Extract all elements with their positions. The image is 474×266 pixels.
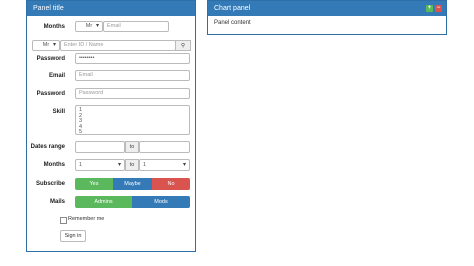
mails-mods-button[interactable]: Mods <box>132 196 190 208</box>
dates-range-label: Dates range <box>30 144 65 150</box>
month-from-value: 1 <box>79 162 83 168</box>
mails-admins-button[interactable]: Admins <box>75 196 132 208</box>
months-to-addon: to <box>125 159 139 171</box>
date-to-input[interactable] <box>139 141 190 153</box>
subscribe-no-button[interactable]: No <box>152 178 190 190</box>
chart-panel-title: Chart panel <box>214 5 251 12</box>
search-button[interactable]: ⚲ <box>175 40 191 51</box>
remember-label: Remember me <box>68 216 105 222</box>
search-icon: ⚲ <box>180 43 186 49</box>
id-title-value: Mr <box>42 42 50 48</box>
password-value: •••••••• <box>79 55 95 61</box>
skill-multiselect[interactable]: 1 2 3 4 5 <box>75 105 190 135</box>
dates-to-addon: to <box>125 141 139 153</box>
remember-checkbox[interactable] <box>60 217 67 224</box>
password-label: Password <box>36 56 65 62</box>
subscribe-yes-button[interactable]: Yes <box>75 178 113 190</box>
sign-in-button[interactable]: Sign in <box>60 230 86 242</box>
password2-label: Password <box>36 91 65 97</box>
email-input[interactable]: Email <box>75 70 190 81</box>
month-from-select[interactable]: 1 <box>75 159 125 171</box>
title-select[interactable]: Mr <box>75 21 103 32</box>
email-label: Email <box>48 73 65 79</box>
id-name-placeholder: Enter ID / Name <box>64 42 104 48</box>
email-placeholder: Email <box>79 72 93 78</box>
password2-placeholder: Password <box>79 90 104 96</box>
months-label: Months <box>43 24 65 30</box>
month-to-select[interactable]: 1 <box>139 159 190 171</box>
remove-icon[interactable]: − <box>435 5 442 12</box>
subscribe-maybe-button[interactable]: Maybe <box>113 178 152 190</box>
panel-title: Panel title <box>27 1 195 16</box>
date-from-input[interactable] <box>75 141 125 153</box>
email-input-top[interactable]: Email <box>103 21 169 32</box>
month-to-value: 1 <box>143 162 147 168</box>
months2-label: Months <box>43 162 65 168</box>
skill-option[interactable]: 5 <box>79 129 189 134</box>
id-name-input[interactable]: Enter ID / Name <box>60 40 176 51</box>
chart-panel-header: Chart panel + − <box>208 1 446 16</box>
id-title-select[interactable]: Mr <box>32 40 60 51</box>
title-select-value: Mr <box>85 23 93 29</box>
form-panel: Panel title Months Mr Email Mr Enter ID … <box>26 0 196 252</box>
email-top-placeholder: Email <box>107 23 121 29</box>
mails-label: Mails <box>49 199 65 205</box>
subscribe-label: Subscribe <box>35 181 65 187</box>
chart-panel-content: Panel content <box>214 20 251 26</box>
password-input[interactable]: •••••••• <box>75 53 190 64</box>
add-icon[interactable]: + <box>426 5 433 12</box>
skill-label: Skill <box>52 109 65 115</box>
password2-input[interactable]: Password <box>75 88 190 99</box>
chart-panel: Chart panel + − Panel content <box>207 0 447 35</box>
